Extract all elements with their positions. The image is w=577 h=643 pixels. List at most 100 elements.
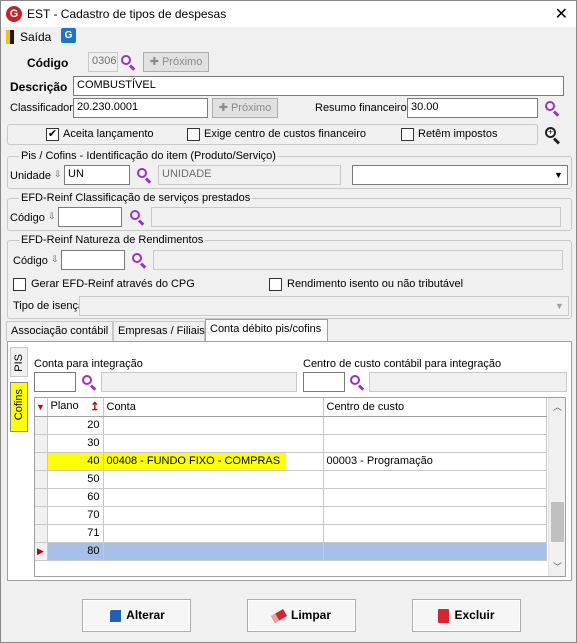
row-indicator	[35, 470, 48, 489]
classificador-field[interactable]: 20.230.0001	[73, 98, 208, 118]
cell-conta	[103, 434, 324, 453]
descricao-label: Descrição	[10, 80, 68, 94]
unidade-sort-icon: ⇩	[54, 169, 62, 179]
cell-centro	[323, 542, 547, 561]
efd-servicos-codigo-label: Código	[10, 212, 45, 224]
scroll-down-icon[interactable]: ﹀	[553, 560, 562, 573]
cell-centro	[323, 434, 547, 453]
resumo-label: Resumo financeiro	[315, 102, 407, 114]
cell-centro	[323, 416, 547, 435]
codigo-next-button[interactable]: ✚ Próximo	[143, 52, 209, 72]
excluir-button[interactable]: Excluir	[412, 599, 521, 632]
cell-plano: 40	[47, 452, 104, 471]
sort-icon: ↥	[90, 401, 100, 414]
conta-integracao-code-field[interactable]	[34, 372, 76, 392]
centro-custo-code-field[interactable]	[303, 372, 345, 392]
scroll-up-icon[interactable]: ︿	[553, 400, 562, 413]
limpar-label: Limpar	[290, 608, 331, 622]
conta-integracao-desc-field	[101, 372, 297, 392]
unidade-label: Unidade	[10, 170, 51, 182]
efd-servicos-search-icon[interactable]	[129, 209, 145, 226]
tipo-isencao-dropdown[interactable]: ▼	[79, 296, 569, 316]
vtab-pis[interactable]: PIS	[10, 347, 28, 377]
grid-header-plano[interactable]: Plano ↥	[47, 398, 104, 417]
trash-icon	[438, 608, 450, 623]
zoom-in-icon[interactable]: +	[545, 127, 561, 145]
resumo-field[interactable]: 30.00	[407, 98, 538, 118]
isento-checkbox[interactable]	[269, 278, 282, 291]
cell-plano: 71	[47, 524, 104, 543]
table-row[interactable]: 70	[35, 506, 547, 525]
close-icon[interactable]: ✕	[555, 4, 568, 24]
gerar-checkbox[interactable]	[13, 278, 26, 291]
cell-centro: 00003 - Programação	[323, 452, 547, 471]
table-row[interactable]: 60	[35, 488, 547, 507]
grid-scrollbar[interactable]: ︿ ﹀	[548, 398, 565, 576]
classificador-next-button[interactable]: ✚ Próximo	[212, 98, 278, 118]
efd-servicos-desc-field	[151, 207, 561, 227]
table-row[interactable]: 20	[35, 416, 547, 435]
main-window: G EST - Cadastro de tipos de despesas ✕ …	[0, 0, 577, 643]
retem-label: Retêm impostos	[418, 128, 498, 140]
cell-conta	[103, 524, 324, 543]
title-bar: G EST - Cadastro de tipos de despesas ✕	[1, 1, 576, 27]
current-row-arrow-icon: ▶	[37, 546, 44, 556]
exit-label: Saída	[20, 30, 52, 44]
cell-plano: 70	[47, 506, 104, 525]
table-row[interactable]: 50	[35, 470, 547, 489]
alterar-button[interactable]: Alterar	[82, 599, 191, 632]
efd-servicos-codigo-field[interactable]	[58, 207, 122, 227]
window-title: EST - Cadastro de tipos de despesas	[27, 7, 227, 21]
exige-checkbox[interactable]	[187, 128, 200, 141]
excluir-label: Excluir	[454, 608, 495, 622]
aceita-label: Aceita lançamento	[63, 128, 154, 140]
cell-conta	[103, 488, 324, 507]
cell-centro	[323, 524, 547, 543]
conta-integracao-label: Conta para integração	[34, 358, 143, 370]
descricao-field[interactable]: COMBUSTÍVEL	[73, 76, 564, 96]
unidade-desc-field: UNIDADE	[158, 165, 341, 185]
pis-cofins-legend: Pis / Cofins - Identificação do item (Pr…	[19, 150, 278, 162]
tab-conta-debito-pis-cofins[interactable]: Conta débito pis/cofins	[205, 319, 328, 341]
efd-rendimentos-codigo-field[interactable]	[61, 250, 125, 270]
tab-panel: PIS Cofins Conta para integração Centro …	[7, 341, 572, 581]
codigo-search-icon[interactable]	[120, 54, 136, 71]
classificador-label: Classificador	[10, 102, 73, 114]
tab-empresas-filiais[interactable]: Empresas / Filiais	[113, 321, 205, 341]
unidade-search-icon[interactable]	[136, 167, 152, 184]
dropdown-arrow-icon: ▼	[555, 301, 564, 311]
alterar-label: Alterar	[126, 608, 165, 622]
unidade-code-field[interactable]: UN	[64, 165, 130, 185]
tab-associacao-contabil[interactable]: Associação contábil	[6, 321, 113, 341]
table-row[interactable]: 30	[35, 434, 547, 453]
cell-conta	[103, 470, 324, 489]
efd-rendimentos-search-icon[interactable]	[131, 252, 147, 269]
gerar-label: Gerar EFD-Reinf através do CPG	[31, 278, 195, 290]
info-logo-icon[interactable]: G	[61, 28, 76, 43]
scroll-thumb[interactable]	[551, 502, 564, 542]
codigo-field[interactable]: 03069	[88, 52, 118, 72]
efd-rendimentos-codigo-label: Código	[13, 255, 48, 267]
cell-plano: 30	[47, 434, 104, 453]
table-row[interactable]: 71	[35, 524, 547, 543]
efd-rendimentos-legend: EFD-Reinf Natureza de Rendimentos	[19, 234, 206, 246]
grid-header-conta[interactable]: Conta	[103, 398, 324, 417]
cell-plano: 50	[47, 470, 104, 489]
cell-plano: 80	[47, 542, 104, 561]
row-indicator	[35, 524, 48, 543]
limpar-button[interactable]: Limpar	[247, 599, 356, 632]
vtab-cofins[interactable]: Cofins	[10, 382, 28, 432]
grid-header-centro[interactable]: Centro de custo	[323, 398, 547, 417]
sort-down-icon: ▼	[36, 401, 45, 412]
table-row[interactable]: 40 00408 - FUNDO FIXO - COMPRAS 00003 - …	[35, 452, 547, 471]
table-row-selected[interactable]: ▶ 80	[35, 542, 547, 561]
row-indicator: ▶	[35, 542, 48, 561]
row-indicator	[35, 506, 48, 525]
retem-checkbox[interactable]	[401, 128, 414, 141]
aceita-checkbox[interactable]: ✔	[46, 128, 59, 141]
unidade-dropdown[interactable]: ▼	[352, 165, 568, 185]
conta-integracao-search-icon[interactable]	[81, 374, 97, 391]
resumo-search-icon[interactable]	[544, 100, 560, 117]
centro-custo-search-icon[interactable]	[349, 374, 365, 391]
codigo-label: Código	[27, 56, 69, 70]
